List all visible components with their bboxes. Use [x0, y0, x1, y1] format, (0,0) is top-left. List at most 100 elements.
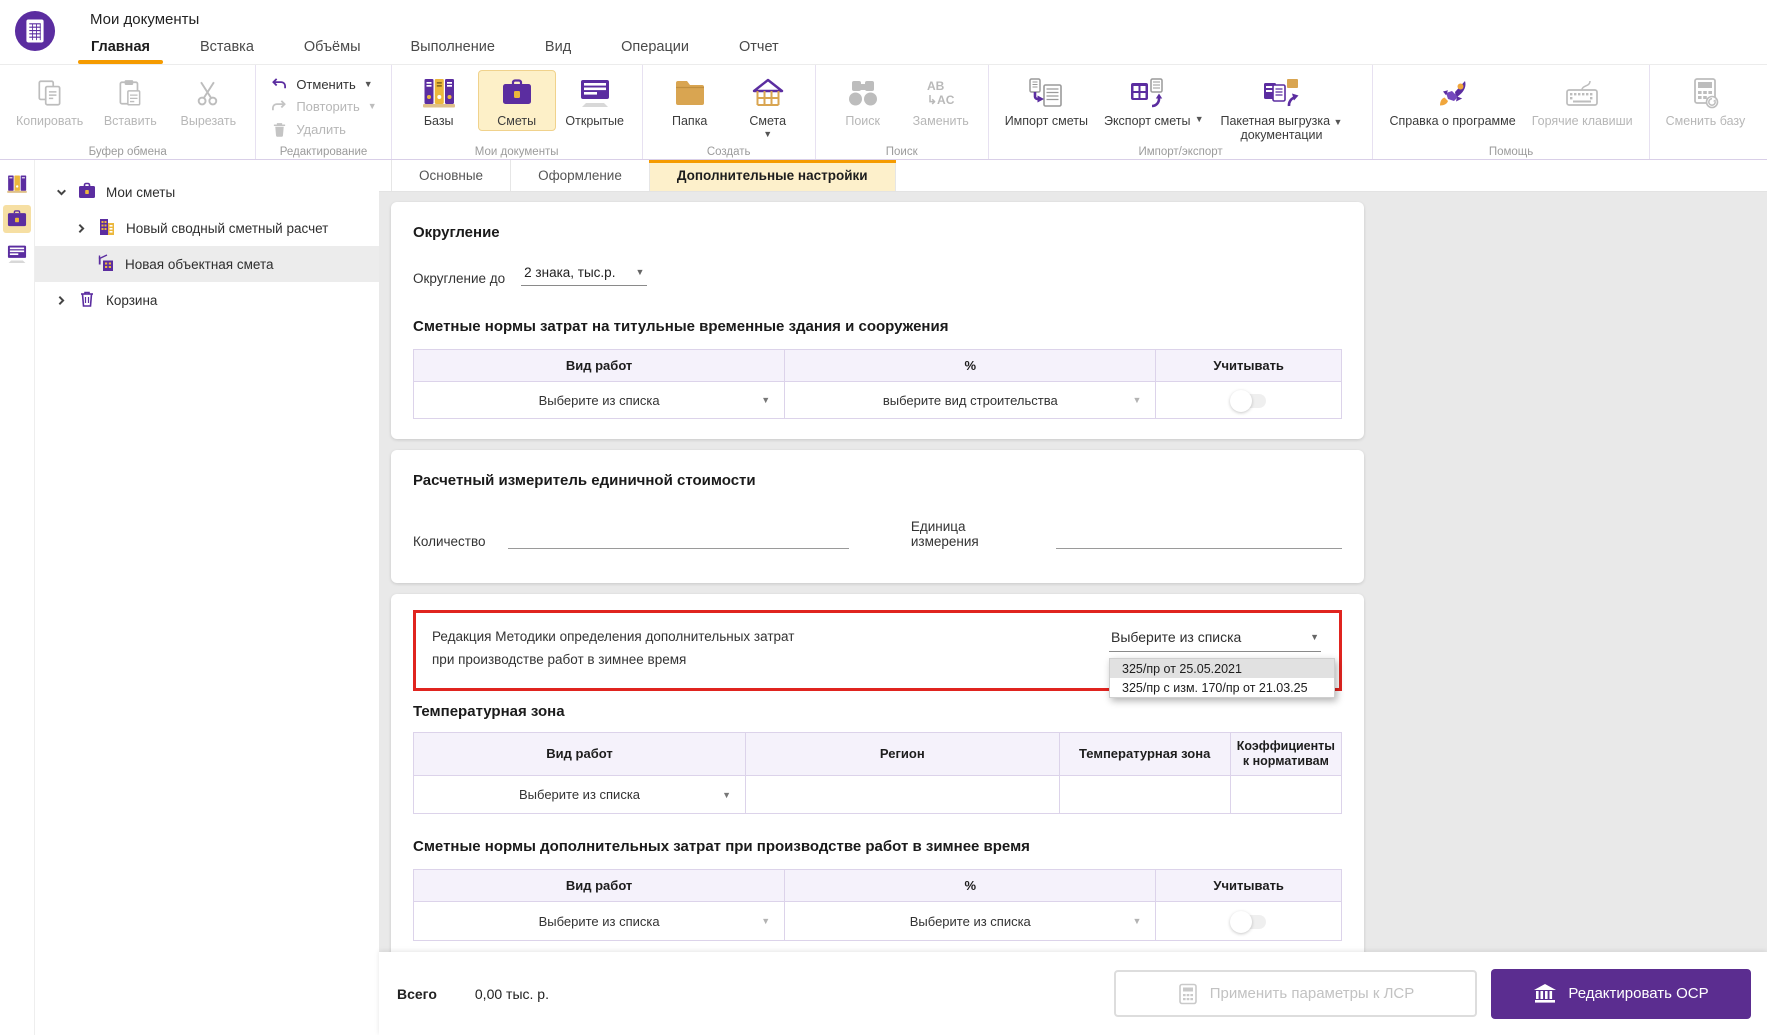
group-label-import-export: Импорт/экспорт: [989, 146, 1373, 158]
find-button[interactable]: Поиск: [824, 70, 902, 131]
ribbon-tab-bar: Главная Вставка Объёмы Выполнение Вид Оп…: [78, 32, 816, 64]
tree-item-object-estimate[interactable]: Новая объектная смета: [35, 246, 379, 282]
change-base-button[interactable]: Сменить базу: [1658, 70, 1754, 131]
work-type-select[interactable]: Выберите из списка▼: [414, 776, 746, 814]
batch-export-icon: [1262, 74, 1300, 112]
redo-dropdown-caret[interactable]: ▼: [368, 102, 377, 111]
hotkeys-button[interactable]: Горячие клавиши: [1524, 70, 1641, 131]
tree-item-my-estimates[interactable]: Мои сметы: [35, 174, 379, 210]
estimates-button[interactable]: Сметы: [478, 70, 556, 131]
open-documents-icon: [578, 74, 612, 112]
chevron-down-icon[interactable]: [55, 186, 68, 199]
ribbon-tab-operations[interactable]: Операции: [608, 32, 702, 64]
temp-zone-title: Температурная зона: [413, 703, 1342, 720]
column-header-percent: %: [785, 350, 1156, 382]
paste-button[interactable]: Вставить: [91, 70, 169, 131]
application-window: Мои документы Главная Вставка Объёмы Вып…: [0, 0, 1767, 1035]
ribbon-tab-report[interactable]: Отчет: [726, 32, 792, 64]
total-value: 0,00 тыс. р.: [475, 986, 549, 1002]
undo-button[interactable]: Отменить ▼: [270, 77, 376, 92]
import-estimate-button[interactable]: Импорт сметы: [997, 70, 1096, 131]
chevron-down-icon: ▼: [1132, 916, 1141, 926]
folder-icon: [673, 74, 707, 112]
toolbar-group-editing: Отменить ▼ Повторить ▼ Удалить Редактиро…: [255, 65, 390, 159]
copy-button[interactable]: Копировать: [8, 70, 91, 131]
toolbar-group-change-base: Сменить базу: [1649, 65, 1762, 159]
edit-osr-button[interactable]: Редактировать ОСР: [1491, 969, 1751, 1019]
delete-button[interactable]: Удалить: [270, 121, 376, 138]
tree-item-summary-calculation[interactable]: Новый сводный сметный расчет: [35, 210, 379, 246]
calculator-icon: [1177, 983, 1199, 1005]
new-estimate-dropdown-caret[interactable]: ▼: [763, 130, 772, 139]
tab-formatting[interactable]: Оформление: [511, 160, 650, 191]
rocket-icon: [1436, 74, 1470, 112]
app-logo-icon: [14, 10, 56, 52]
column-header-consider: Учитывать: [1156, 870, 1342, 902]
unit-input[interactable]: [1056, 526, 1342, 549]
percent-select[interactable]: Выберите из списка▼: [785, 902, 1156, 941]
ribbon-toolbar: Копировать Вставить Вырезать Буфер обмен…: [0, 65, 1767, 160]
toolbar-group-search: Поиск AB↳AC Заменить Поиск: [815, 65, 988, 159]
strip-estimates-button[interactable]: [3, 205, 31, 233]
footer-bar: Всего 0,00 тыс. р. Применить параметры к…: [379, 952, 1767, 1035]
consider-toggle[interactable]: [1232, 915, 1266, 929]
apply-parameters-button[interactable]: Применить параметры к ЛСР: [1114, 970, 1477, 1017]
about-button[interactable]: Справка о программе: [1381, 70, 1523, 131]
chevron-right-icon[interactable]: [55, 294, 68, 307]
paste-icon: [115, 74, 145, 112]
temp-zone-table: Вид работ Регион Температурная зона Коэф…: [413, 732, 1342, 814]
new-folder-button[interactable]: Папка: [651, 70, 729, 131]
table-row: Выберите из списка▼: [414, 776, 1342, 814]
column-header-work-type: Вид работ: [414, 870, 785, 902]
ribbon-tab-insert[interactable]: Вставка: [187, 32, 267, 64]
tab-main[interactable]: Основные: [391, 160, 511, 191]
replace-button[interactable]: AB↳AC Заменить: [902, 70, 980, 131]
building-icon: [97, 217, 117, 240]
ribbon-tab-execution[interactable]: Выполнение: [398, 32, 508, 64]
group-label-help: Помощь: [1373, 146, 1648, 158]
strip-open-button[interactable]: [3, 240, 31, 268]
strip-bases-button[interactable]: [3, 170, 31, 198]
ribbon-tab-volumes[interactable]: Объёмы: [291, 32, 374, 64]
redo-button[interactable]: Повторить ▼: [270, 99, 376, 114]
rounding-card: Округление Округление до 2 знака, тыс.р.…: [391, 202, 1364, 439]
export-estimate-button[interactable]: Экспорт сметы ▼: [1096, 70, 1199, 133]
consider-toggle[interactable]: [1232, 394, 1266, 408]
region-cell[interactable]: [746, 776, 1060, 814]
work-type-select[interactable]: Выберите из списка▼: [414, 902, 785, 941]
winter-method-select[interactable]: Выберите из списка ▼ 325/пр от 25.05.202…: [1109, 629, 1321, 652]
group-label-editing: Редактирование: [256, 146, 390, 158]
quantity-input[interactable]: [508, 526, 849, 549]
open-documents-button[interactable]: Открытые: [556, 70, 634, 131]
bases-button[interactable]: Базы: [400, 70, 478, 131]
undo-dropdown-caret[interactable]: ▼: [364, 80, 373, 89]
temp-zone-cell: [1059, 776, 1230, 814]
cut-button[interactable]: Вырезать: [169, 70, 247, 131]
ribbon-tab-home[interactable]: Главная: [78, 32, 163, 64]
construction-type-select[interactable]: выберите вид строительства▼: [785, 382, 1156, 419]
winter-method-label: Редакция Методики определения дополнител…: [432, 626, 794, 672]
temp-buildings-title: Сметные нормы затрат на титульные времен…: [413, 318, 1342, 335]
document-tab-bar: Основные Оформление Дополнительные настр…: [379, 160, 1767, 192]
option-325pr-2021[interactable]: 325/пр от 25.05.2021: [1110, 659, 1334, 678]
column-header-temp-zone: Температурная зона: [1059, 733, 1230, 776]
batch-dropdown-caret[interactable]: ▼: [1334, 117, 1343, 127]
option-325pr-170pr-2025[interactable]: 325/пр с изм. 170/пр от 21.03.25: [1110, 678, 1334, 697]
chevron-right-icon[interactable]: [75, 222, 88, 235]
bank-building-icon: [1533, 983, 1557, 1005]
tab-additional-settings[interactable]: Дополнительные настройки: [650, 160, 896, 191]
ribbon-tab-view[interactable]: Вид: [532, 32, 584, 64]
consider-cell: [1156, 902, 1342, 941]
work-type-select[interactable]: Выберите из списка▼: [414, 382, 785, 419]
toolbar-group-import-export: Импорт сметы Экспорт сметы ▼ Пакетная вы…: [988, 65, 1373, 159]
chevron-down-icon: ▼: [761, 395, 770, 405]
group-label-create: Создать: [643, 146, 815, 158]
tree-item-trash[interactable]: Корзина: [35, 282, 379, 318]
toolbar-group-create: Папка Смета ▼ Создать: [642, 65, 815, 159]
column-header-work-type: Вид работ: [414, 733, 746, 776]
new-estimate-button[interactable]: Смета ▼: [729, 70, 807, 142]
column-header-consider: Учитывать: [1156, 350, 1342, 382]
replace-ab-ac-icon: AB↳AC: [927, 74, 954, 112]
batch-export-button[interactable]: Пакетная выгрузка ▼документации: [1198, 70, 1364, 146]
rounding-select[interactable]: 2 знака, тыс.р. ▼: [521, 265, 647, 286]
